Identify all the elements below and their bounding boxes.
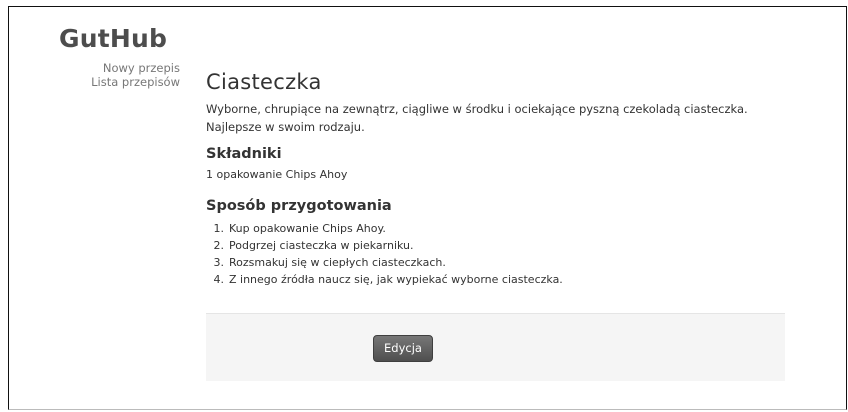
step-number: 4.: [213, 273, 225, 286]
step-item: 4. Z innego źródła naucz się, jak wypieka…: [206, 271, 563, 288]
steps-list: 1. Kup opakowanie Chips Ahoy. 2. Podgrzej …: [206, 220, 563, 288]
recipe-description: Wyborne, chrupiące na zewnątrz, ciągliwe…: [206, 102, 748, 134]
brand-logo[interactable]: GutHub: [59, 21, 167, 57]
sidebar-nav: Nowy przepis Lista przepisów: [60, 61, 180, 89]
nav-link-new-recipe[interactable]: Nowy przepis: [60, 61, 180, 75]
step-number: 1.: [213, 222, 225, 235]
step-item: 1. Kup opakowanie Chips Ahoy.: [206, 220, 563, 237]
step-number: 2.: [213, 239, 225, 252]
ingredients-heading: Składniki: [206, 146, 282, 162]
step-text: Rozsmakuj się w ciepłych ciasteczkach.: [229, 256, 446, 269]
step-text: Z innego źródła naucz się, jak wypiekać …: [229, 273, 563, 286]
recipe-title: Ciasteczka: [206, 70, 322, 94]
step-number: 3.: [213, 256, 225, 269]
step-item: 2. Podgrzej ciasteczka w piekarniku.: [206, 237, 563, 254]
form-actions: Edycja: [206, 313, 785, 381]
step-text: Kup opakowanie Chips Ahoy.: [229, 222, 386, 235]
step-text: Podgrzej ciasteczka w piekarniku.: [229, 239, 414, 252]
steps-heading: Sposób przygotowania: [206, 198, 392, 214]
step-item: 3. Rozsmakuj się w ciepłych ciasteczkach.: [206, 254, 563, 271]
ingredient-item: 1 opakowanie Chips Ahoy: [206, 168, 348, 181]
edit-button[interactable]: Edycja: [373, 335, 433, 362]
nav-link-recipe-list[interactable]: Lista przepisów: [60, 75, 180, 89]
